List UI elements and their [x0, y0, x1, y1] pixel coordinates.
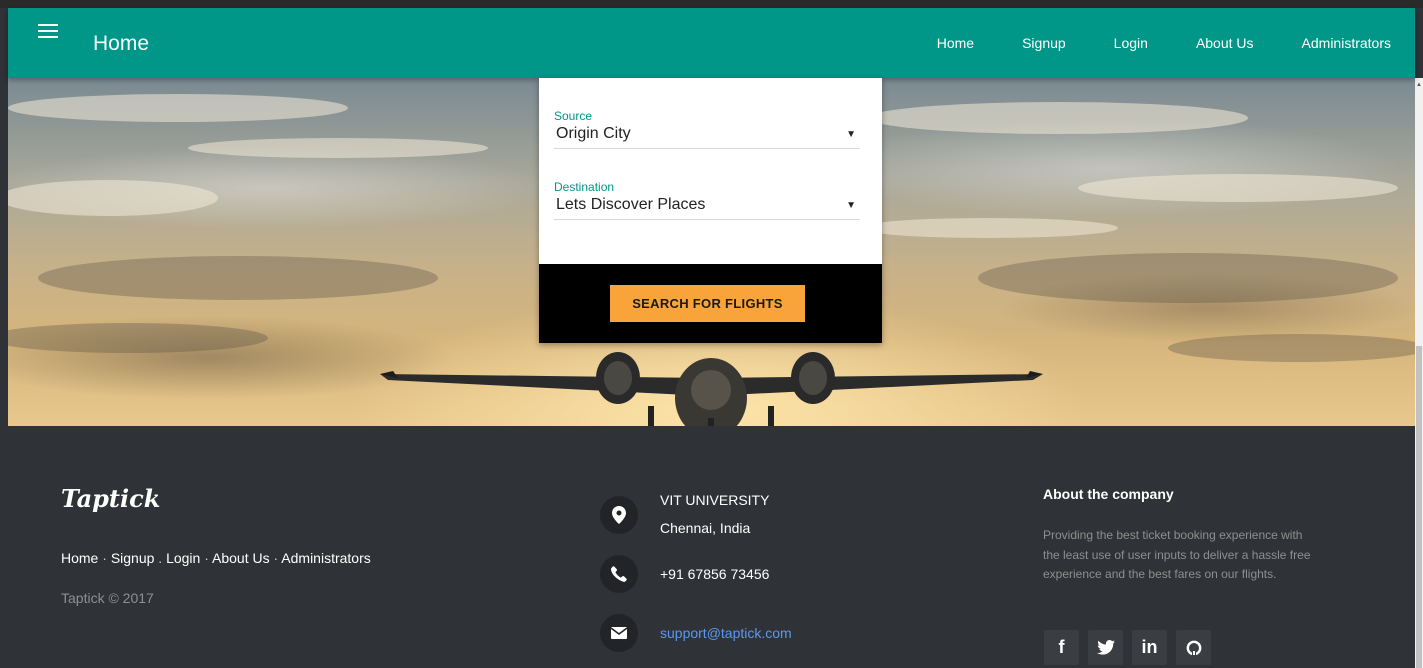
facebook-icon[interactable]: f	[1044, 630, 1079, 665]
nav-link-login[interactable]: Login	[1090, 35, 1172, 51]
envelope-icon	[600, 614, 638, 652]
contact-email: support@taptick.com	[600, 614, 792, 652]
phone-number: +91 67856 73456	[660, 566, 770, 582]
about-title: About the company	[1043, 486, 1174, 502]
address-line-1: VIT UNIVERSITY	[660, 492, 770, 508]
destination-select[interactable]: Lets Discover Places ▼	[554, 196, 860, 220]
page-title: Home	[93, 32, 150, 55]
flight-search-card: Source Origin City ▼ Destination Lets Di…	[539, 78, 882, 343]
nav-link-home[interactable]: Home	[913, 35, 998, 51]
destination-value: Lets Discover Places	[556, 196, 706, 213]
page-scrollbar[interactable]: ▲	[1415, 78, 1423, 668]
linkedin-icon[interactable]: in	[1132, 630, 1167, 665]
footer-link-signup[interactable]: Signup	[111, 550, 155, 566]
copyright-text: Taptick © 2017	[61, 590, 154, 606]
search-flights-button[interactable]: SEARCH FOR FLIGHTS	[610, 285, 805, 322]
footer-link-login[interactable]: Login	[166, 550, 200, 566]
footer-links: Home · Signup . Login · About Us · Admin…	[61, 550, 371, 566]
twitter-icon[interactable]	[1088, 630, 1123, 665]
dropdown-arrow-icon: ▼	[846, 200, 856, 211]
footer: Taptick Home · Signup . Login · About Us…	[8, 426, 1415, 668]
social-links: f in	[1044, 630, 1220, 665]
nav-link-administrators[interactable]: Administrators	[1278, 35, 1415, 51]
source-select[interactable]: Origin City ▼	[554, 125, 860, 149]
menu-icon[interactable]	[38, 24, 58, 38]
dropdown-arrow-icon: ▼	[846, 129, 856, 140]
scroll-thumb[interactable]	[1416, 346, 1422, 668]
source-value: Origin City	[556, 125, 631, 142]
about-text: Providing the best ticket booking experi…	[1043, 528, 1311, 581]
destination-label: Destination	[554, 180, 615, 194]
footer-link-home[interactable]: Home	[61, 550, 98, 566]
nav-link-about-us[interactable]: About Us	[1172, 35, 1278, 51]
contact-address: VIT UNIVERSITY Chennai, India	[600, 492, 769, 542]
github-icon[interactable]	[1176, 630, 1211, 665]
support-email-link[interactable]: support@taptick.com	[660, 625, 792, 641]
nav-links: Home Signup Login About Us Administrator…	[913, 8, 1415, 78]
window-top-edge	[0, 0, 1423, 8]
source-label: Source	[554, 109, 593, 123]
address-line-2: Chennai, India	[660, 520, 751, 536]
footer-link-about-us[interactable]: About Us	[212, 550, 270, 566]
source-field: Source Origin City ▼	[554, 109, 860, 149]
phone-icon	[600, 555, 638, 593]
footer-link-administrators[interactable]: Administrators	[281, 550, 370, 566]
contact-phone: +91 67856 73456	[600, 555, 769, 593]
map-pin-icon	[600, 496, 638, 534]
top-navbar: Home Home Signup Login About Us Administ…	[8, 8, 1415, 78]
scroll-up-arrow-icon[interactable]: ▲	[1416, 82, 1422, 88]
footer-logo: Taptick	[61, 484, 161, 513]
nav-link-signup[interactable]: Signup	[998, 35, 1090, 51]
destination-field: Destination Lets Discover Places ▼	[554, 180, 860, 220]
